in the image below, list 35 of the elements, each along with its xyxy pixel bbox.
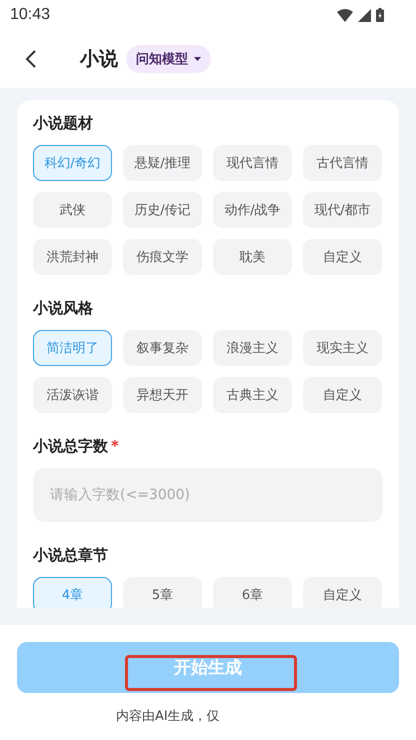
section-title: 小说总字数 xyxy=(33,437,108,456)
battery-icon xyxy=(376,8,384,22)
option-chip[interactable]: 现代言情 xyxy=(213,145,292,181)
option-chip[interactable]: 异想天开 xyxy=(123,377,202,413)
section-title: 小说风格 xyxy=(33,299,93,318)
option-chip[interactable]: 浪漫主义 xyxy=(213,330,292,366)
option-chip[interactable]: 历史/传记 xyxy=(123,192,202,228)
option-chip[interactable]: 叙事复杂 xyxy=(123,330,202,366)
option-chip[interactable]: 动作/战争 xyxy=(213,192,292,228)
model-selector[interactable]: 问知模型 xyxy=(126,45,211,73)
signal-icon xyxy=(358,8,371,22)
option-chip[interactable]: 5章 xyxy=(123,577,202,608)
option-chip[interactable]: 活泼诙谐 xyxy=(33,377,112,413)
option-chip[interactable]: 悬疑/推理 xyxy=(123,145,202,181)
page-title: 小说 xyxy=(80,47,118,72)
option-chip[interactable]: 6章 xyxy=(213,577,292,608)
option-chip[interactable]: 自定义 xyxy=(303,377,382,413)
section-title: 小说总章节 xyxy=(33,546,108,565)
option-chip[interactable]: 现代/都市 xyxy=(303,192,382,228)
status-time: 10:43 xyxy=(10,6,50,24)
option-chip[interactable]: 洪荒封神 xyxy=(33,239,112,275)
caret-icon xyxy=(194,57,201,61)
word-count-field[interactable]: 请输入字数(<=3000) xyxy=(33,468,383,522)
wifi-icon xyxy=(337,8,353,22)
option-chip[interactable]: 古代言情 xyxy=(303,145,382,181)
option-chip[interactable]: 古典主义 xyxy=(213,377,292,413)
section-title: 小说题材 xyxy=(33,114,93,133)
option-chip[interactable]: 自定义 xyxy=(303,577,382,608)
option-chip[interactable]: 武侠 xyxy=(33,192,112,228)
option-chip[interactable]: 耽美 xyxy=(213,239,292,275)
option-chip[interactable]: 现实主义 xyxy=(303,330,382,366)
required-mark: * xyxy=(111,437,119,455)
option-chip[interactable]: 自定义 xyxy=(303,239,382,275)
disclaimer-text: 内容由AI生成，仅 xyxy=(116,708,221,725)
option-chip[interactable]: 伤痕文学 xyxy=(123,239,202,275)
